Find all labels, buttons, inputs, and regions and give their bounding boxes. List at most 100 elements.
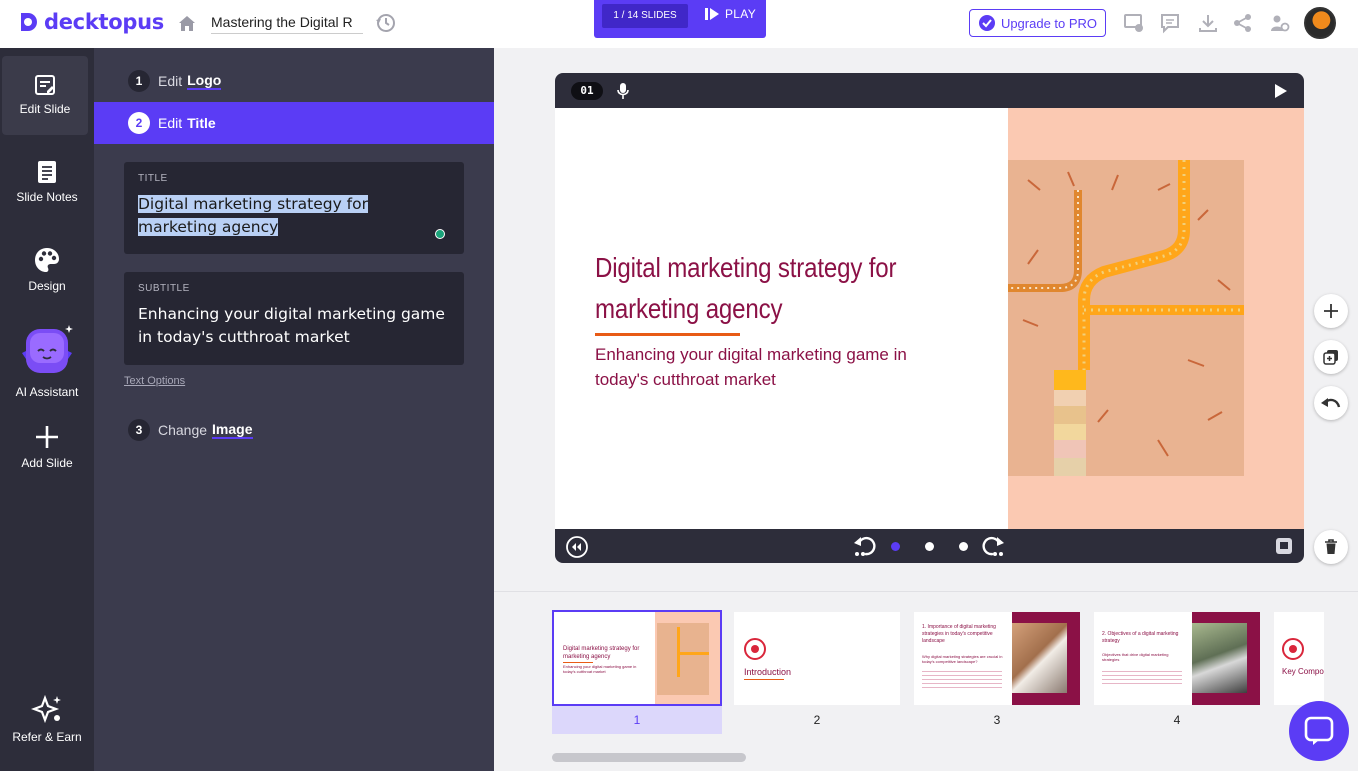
step-change-image[interactable]: 3 Change Image (94, 409, 494, 451)
upgrade-button[interactable]: Upgrade to PRO (969, 9, 1106, 37)
thumbnail-preview: 2. Objectives of a digital marketing str… (1094, 612, 1260, 705)
slides-play-group: 1 / 14 SLIDES PLAY (594, 0, 766, 38)
nav-label: Slide Notes (16, 190, 78, 204)
subtitle-field-value[interactable]: Enhancing your digital marketing game in… (138, 303, 450, 349)
slide-subtitle[interactable]: Enhancing your digital marketing game in… (595, 342, 955, 392)
duplicate-icon (1323, 350, 1338, 365)
thumb-underline (563, 662, 593, 663)
badge-check-icon (978, 15, 995, 31)
undo-button[interactable] (1314, 386, 1348, 420)
slide-frame: 01 Digital marketing strategy for market… (555, 73, 1304, 563)
step-verb: Edit (158, 73, 183, 89)
nav-add-slide[interactable]: Add Slide (0, 424, 94, 470)
step-target: Image (212, 421, 253, 439)
present-settings-icon[interactable] (1123, 12, 1145, 34)
palette-icon (35, 248, 59, 272)
status-dot-icon (435, 229, 445, 239)
sparkle-icon (31, 694, 61, 724)
thumb-title: Introduction (744, 667, 792, 677)
edit-panel: 1 Edit Logo 2 Edit Title TITLE Digital m… (94, 48, 494, 771)
thumb-title: 2. Objectives of a digital marketing str… (1102, 631, 1179, 644)
step-verb: Change (158, 422, 208, 438)
step-number: 1 (128, 70, 150, 92)
thumb-image (1012, 623, 1067, 693)
thumb-title: Digital marketing strategy for marketing… (563, 646, 640, 660)
step-edit-title[interactable]: 2 Edit Title (94, 102, 494, 144)
thumbnail-preview: 1. Importance of digital marketing strat… (914, 612, 1080, 705)
slide-title[interactable]: Digital marketing strategy for marketing… (595, 247, 922, 329)
play-icon (705, 8, 719, 20)
title-underline (595, 333, 740, 336)
step-edit-logo[interactable]: 1 Edit Logo (94, 60, 494, 102)
fullscreen-icon[interactable] (1275, 537, 1293, 555)
delete-slide-button[interactable] (1314, 530, 1348, 564)
nav-label: Refer & Earn (12, 730, 82, 744)
download-icon[interactable] (1197, 12, 1219, 34)
duplicate-slide-button[interactable] (1314, 340, 1348, 374)
nav-slide-notes[interactable]: Slide Notes (0, 160, 94, 204)
top-bar: decktopus Mastering the Digital R 1 / 14… (0, 0, 1358, 48)
title-field-value[interactable]: Digital marketing strategy for marketing… (138, 193, 450, 239)
document-title-input[interactable]: Mastering the Digital R (211, 12, 363, 34)
slide-image-background (1008, 108, 1304, 529)
home-icon[interactable] (176, 12, 198, 34)
nav-ai-assistant[interactable]: AI Assistant (0, 323, 94, 399)
slide-canvas[interactable]: Digital marketing strategy for marketing… (555, 108, 1304, 529)
slide-toolbar-bottom (555, 529, 1304, 563)
slide-thumbnail[interactable]: Digital marketing strategy for marketing… (552, 610, 722, 734)
subtitle-field[interactable]: SUBTITLE Enhancing your digital marketin… (124, 272, 464, 365)
thumbnail-preview: Introduction (734, 612, 900, 705)
subtitle-field-label: SUBTITLE (138, 283, 190, 294)
brand-name: decktopus (44, 10, 164, 34)
add-element-button[interactable] (1314, 294, 1348, 328)
play-button[interactable]: PLAY (704, 7, 756, 21)
support-chat-button[interactable] (1289, 701, 1349, 761)
microphone-icon[interactable] (617, 82, 629, 100)
railroad-image[interactable] (1008, 160, 1244, 476)
plus-icon (1324, 304, 1338, 318)
nav-edit-slide[interactable]: Edit Slide (2, 56, 88, 135)
slide-thumbnail[interactable]: 1. Importance of digital marketing strat… (912, 610, 1082, 734)
chat-icon (1304, 716, 1334, 745)
nav-label: Design (28, 279, 66, 293)
text-options-link[interactable]: Text Options (124, 375, 185, 387)
nav-label: Add Slide (21, 456, 73, 470)
redo-animation-icon[interactable] (981, 534, 1005, 558)
thumb-underline (744, 679, 784, 680)
user-avatar[interactable] (1304, 7, 1336, 39)
thumbnails-scrollbar[interactable] (552, 753, 746, 762)
slide-number-badge: 01 (571, 82, 603, 100)
undo-icon (1321, 398, 1341, 408)
slides-counter-button[interactable]: 1 / 14 SLIDES (602, 4, 688, 28)
plus-icon (36, 426, 58, 448)
thumbnail-number: 1 (633, 713, 641, 727)
undo-animation-icon[interactable] (853, 534, 877, 558)
history-icon[interactable] (374, 11, 398, 35)
share-icon[interactable] (1232, 12, 1254, 34)
nav-design[interactable]: Design (0, 247, 94, 293)
comment-icon[interactable] (1159, 12, 1181, 34)
step-target: Title (187, 115, 216, 131)
thumb-body-text (922, 668, 1002, 690)
slide-thumbnails: Digital marketing strategy for marketing… (494, 591, 1358, 771)
thumb-title: Key Compone (1282, 667, 1324, 676)
title-field[interactable]: TITLE Digital marketing strategy for mar… (124, 162, 464, 254)
slide-thumbnail[interactable]: Introduction 2 (732, 610, 902, 734)
edit-slide-icon (35, 75, 55, 95)
slide-thumbnail[interactable]: 2. Objectives of a digital marketing str… (1092, 610, 1262, 734)
notes-icon (38, 161, 56, 183)
upgrade-label: Upgrade to PRO (1000, 15, 1098, 31)
nav-label: AI Assistant (15, 385, 79, 399)
animation-icon[interactable] (565, 535, 589, 559)
team-icon[interactable] (1269, 12, 1291, 34)
nav-refer-earn[interactable]: Refer & Earn (0, 694, 94, 744)
left-nav: Edit Slide Slide Notes Design AI Assista… (0, 48, 94, 771)
animation-step-dot[interactable] (925, 542, 934, 551)
nav-label: Edit Slide (19, 102, 71, 116)
animation-step-dot[interactable] (891, 542, 900, 551)
animation-step-dot[interactable] (959, 542, 968, 551)
brand-logo[interactable]: decktopus (18, 10, 164, 34)
ai-assistant-icon (18, 323, 76, 381)
thumb-title: 1. Importance of digital marketing strat… (922, 624, 996, 644)
play-slide-icon[interactable] (1274, 83, 1288, 99)
